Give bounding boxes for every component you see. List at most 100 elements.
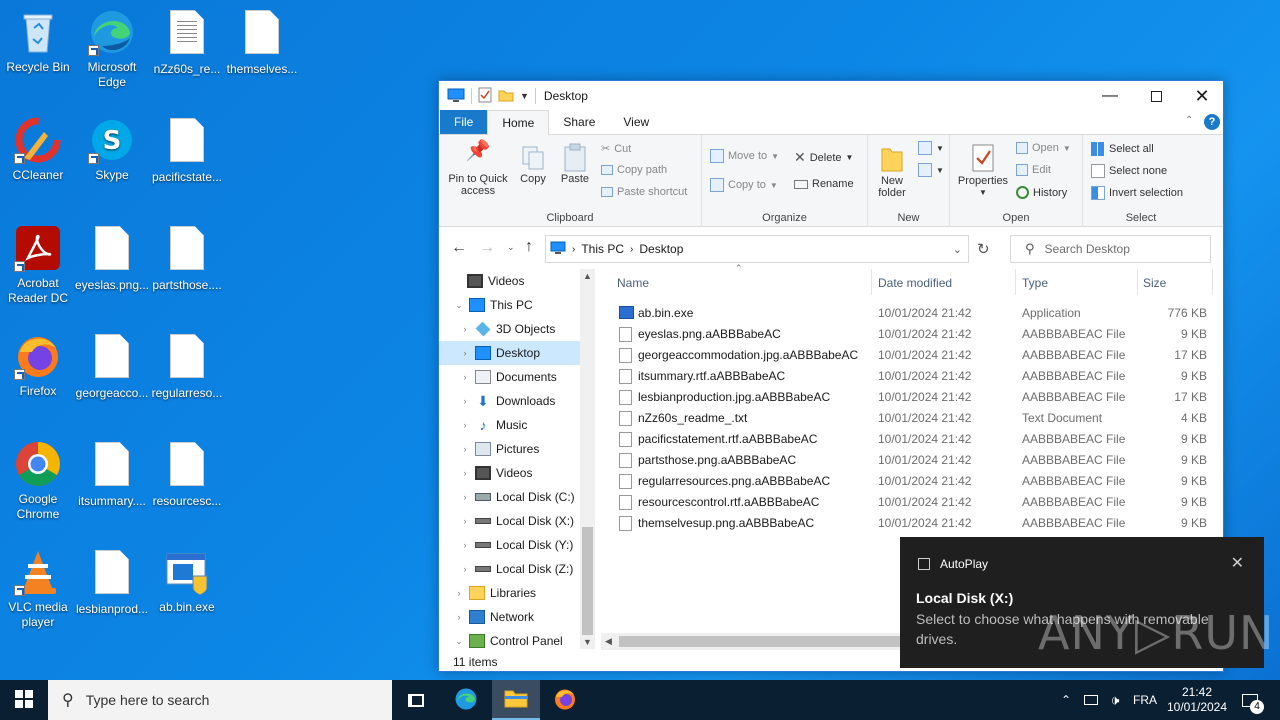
desktop-icon-file[interactable]: partsthose.... [149, 224, 225, 293]
desktop-icon-recycle-bin[interactable]: Recycle Bin [0, 8, 76, 75]
file-row[interactable]: ab.bin.exe 10/01/2024 21:42 Application 776… [609, 302, 1223, 323]
nav-item-local-disk-z[interactable]: › Local Disk (Z:) [459, 557, 574, 581]
desktop-icon-firefox[interactable]: Firefox [0, 332, 76, 399]
desktop-icon-file[interactable]: resourcesc... [149, 440, 225, 509]
address-dropdown-icon[interactable]: ⌄ [953, 243, 962, 256]
taskbar-file-explorer[interactable] [492, 680, 540, 720]
paste-shortcut-button[interactable]: Paste shortcut [601, 186, 687, 198]
column-header-date-modified[interactable]: Date modified [878, 276, 952, 290]
nav-item-3d-objects[interactable]: › 3D Objects [459, 317, 555, 341]
taskbar-firefox[interactable] [541, 680, 589, 720]
network-tray-button[interactable] [1080, 680, 1102, 720]
navigation-scrollbar[interactable]: ▲ ▼ [580, 269, 595, 649]
file-row[interactable]: regularresources.png.aABBBabeAC 10/01/202… [609, 470, 1223, 491]
tab-view[interactable]: View [609, 110, 663, 134]
desktop-icon-edge[interactable]: Microsoft Edge [74, 8, 150, 90]
refresh-button[interactable]: ↻ [977, 240, 990, 258]
edit-button[interactable]: Edit [1016, 164, 1051, 176]
nav-item-downloads[interactable]: › ⬇ Downloads [459, 389, 556, 413]
desktop-icon-ccleaner[interactable]: CCleaner [0, 116, 76, 183]
history-button[interactable]: History [1016, 186, 1067, 199]
tab-file[interactable]: File [440, 110, 488, 134]
column-header-name[interactable]: Name [617, 276, 649, 290]
cut-button[interactable]: ✂ Cut [601, 142, 631, 156]
volume-tray-button[interactable]: 🕩 [1104, 680, 1126, 720]
breadcrumb-this-pc[interactable]: This PC [581, 242, 624, 256]
nav-item-network[interactable]: › Network [453, 605, 534, 629]
delete-button[interactable]: ✕ Delete ▼ [794, 149, 853, 166]
move-to-button[interactable]: Move to ▼ [710, 149, 779, 163]
nav-item-videos[interactable]: › Videos [459, 461, 532, 485]
clock[interactable]: 21:42 10/01/2024 [1164, 680, 1230, 720]
file-row[interactable]: themselvesup.png.aABBBabeAC 10/01/2024 21… [609, 512, 1223, 533]
desktop-icon-file[interactable]: pacificstate... [149, 116, 225, 185]
up-button[interactable]: ↑ [525, 238, 533, 256]
open-button[interactable]: Open ▼ [1016, 142, 1071, 154]
nav-item-pictures[interactable]: › Pictures [459, 437, 539, 461]
notification-close-button[interactable]: ✕ [1231, 553, 1244, 573]
tab-share[interactable]: Share [549, 110, 609, 134]
file-row[interactable]: itsummary.rtf.aABBBabeAC 10/01/2024 21:42… [609, 365, 1223, 386]
desktop-icon-ab-bin[interactable]: ab.bin.exe [149, 548, 225, 615]
desktop-icon-file[interactable]: itsummary.... [74, 440, 150, 509]
desktop-icon-file[interactable]: georgeacco... [74, 332, 150, 401]
action-center-button[interactable]: 4 [1232, 680, 1268, 720]
nav-item-this-pc[interactable]: ⌄ This PC [453, 293, 533, 317]
desktop-icon-file[interactable]: regularreso... [149, 332, 225, 401]
scrollbar-thumb[interactable] [582, 527, 593, 635]
desktop-icon-chrome[interactable]: Google Chrome [0, 440, 76, 522]
help-icon[interactable]: ? [1204, 114, 1220, 130]
properties-quick-icon[interactable] [478, 87, 492, 106]
nav-item-libraries[interactable]: › Libraries [453, 581, 536, 605]
task-view-button[interactable] [392, 680, 440, 720]
nav-item-desktop[interactable]: › Desktop [439, 341, 580, 365]
easy-access-button[interactable]: ▼ [918, 163, 944, 177]
maximize-button[interactable] [1133, 81, 1179, 111]
customize-quick-access-icon[interactable]: ▼ [520, 91, 529, 101]
forward-button[interactable]: → [479, 239, 495, 257]
desktop-icon-vlc[interactable]: VLC media player [0, 548, 76, 630]
file-row[interactable]: resourcescontrol.rtf.aABBBabeAC 10/01/202… [609, 491, 1223, 512]
nav-item-local-disk-x[interactable]: › Local Disk (X:) [459, 509, 575, 533]
desktop-icon-skype[interactable]: S Skype [74, 116, 150, 183]
rename-button[interactable]: Rename [794, 178, 854, 190]
nav-item-local-disk-c[interactable]: › Local Disk (C:) [459, 485, 575, 509]
desktop-icon-acrobat[interactable]: Acrobat Reader DC [0, 224, 76, 306]
tab-home[interactable]: Home [487, 110, 550, 135]
nav-item-music[interactable]: › ♪ Music [459, 413, 528, 437]
file-row[interactable]: lesbianproduction.jpg.aABBBabeAC 10/01/20… [609, 386, 1223, 407]
start-button[interactable] [0, 680, 48, 720]
file-row[interactable]: nZz60s_readme_.txt 10/01/2024 21:42 Text D… [609, 407, 1223, 428]
close-button[interactable]: ✕ [1179, 81, 1225, 111]
invert-selection-button[interactable]: Invert selection [1091, 186, 1183, 200]
new-item-button[interactable]: ▼ [918, 141, 944, 155]
desktop-icon-file[interactable]: eyeslas.png... [74, 224, 150, 293]
taskbar-edge[interactable] [442, 680, 490, 720]
taskbar-search-box[interactable]: ⚲ Type here to search [48, 680, 392, 720]
search-box[interactable]: ⚲ Search Desktop [1010, 235, 1211, 263]
column-header-type[interactable]: Type [1022, 276, 1048, 290]
address-bar[interactable]: › This PC › Desktop ⌄ [545, 235, 969, 263]
nav-item-control-panel[interactable]: ⌄ Control Panel [453, 629, 563, 649]
nav-item-videos[interactable]: Videos [463, 269, 524, 293]
properties-button[interactable]: Properties ▼ [954, 143, 1012, 199]
desktop-icon-file[interactable]: lesbianprod... [74, 548, 150, 617]
select-none-button[interactable]: Select none [1091, 164, 1167, 178]
copy-to-button[interactable]: Copy to ▼ [710, 178, 778, 192]
breadcrumb-desktop[interactable]: Desktop [639, 242, 683, 256]
collapse-ribbon-icon[interactable]: ⌃ [1185, 115, 1193, 126]
copy-path-button[interactable]: Copy path [601, 164, 667, 176]
new-folder-quick-icon[interactable] [498, 88, 514, 105]
pin-to-quick-access-button[interactable]: 📌 Pin to Quick access [445, 141, 511, 197]
paste-button[interactable]: Paste [557, 143, 593, 185]
desktop-icon-file[interactable]: nZz60s_re... [149, 8, 225, 77]
copy-button[interactable]: Copy [515, 145, 551, 185]
back-button[interactable]: ← [451, 239, 467, 257]
nav-item-documents[interactable]: › Documents [459, 365, 557, 389]
column-header-size[interactable]: Size [1143, 276, 1166, 290]
select-all-button[interactable]: Select all [1091, 142, 1154, 156]
file-row[interactable]: pacificstatement.rtf.aABBBabeAC 10/01/202… [609, 428, 1223, 449]
file-row[interactable]: georgeaccommodation.jpg.aABBBabeAC 10/01/… [609, 344, 1223, 365]
new-folder-button[interactable]: New folder [872, 145, 912, 199]
input-language-button[interactable]: FRA [1128, 680, 1162, 720]
